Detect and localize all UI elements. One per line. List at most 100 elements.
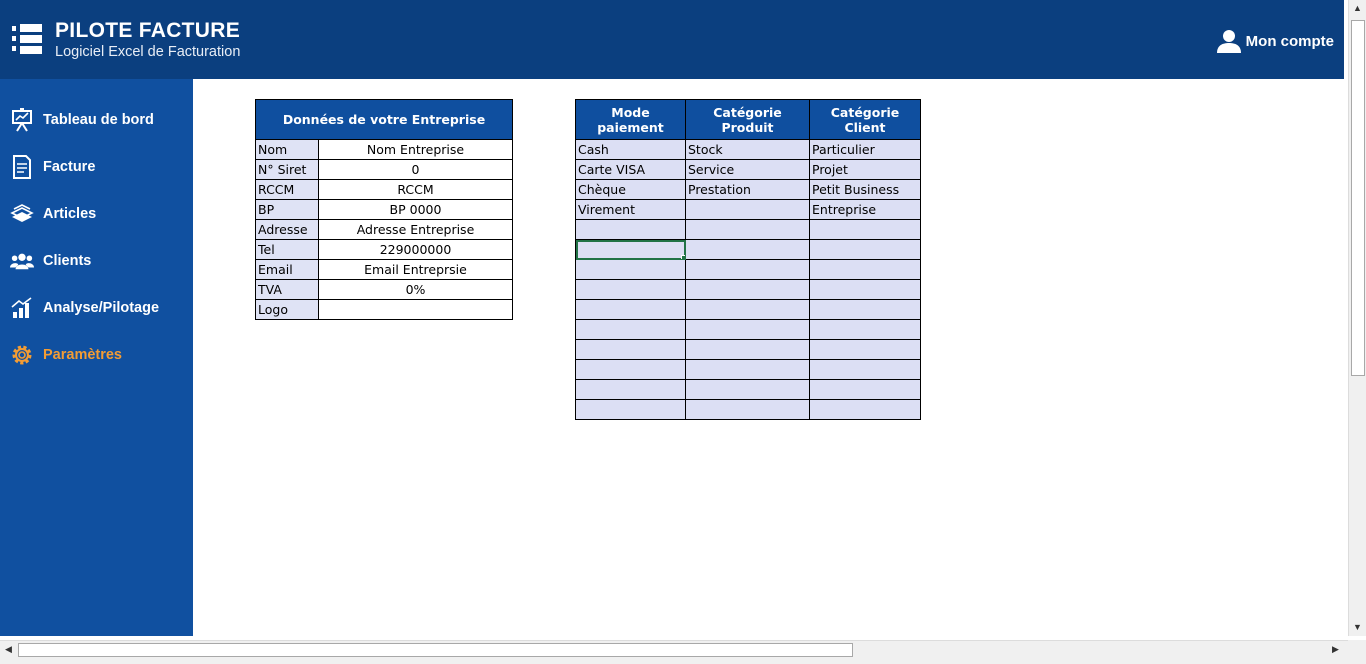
field-value[interactable]: 0% <box>318 279 513 300</box>
table-cell[interactable] <box>685 379 810 400</box>
table-cell[interactable] <box>809 379 921 400</box>
field-label[interactable]: BP <box>255 199 319 220</box>
table-cell[interactable] <box>575 299 686 320</box>
field-value[interactable]: Adresse Entreprise <box>318 219 513 240</box>
table-row <box>575 219 921 240</box>
app-subtitle: Logiciel Excel de Facturation <box>55 44 241 60</box>
field-label[interactable]: N° Siret <box>255 159 319 180</box>
table-cell[interactable] <box>685 319 810 340</box>
field-label[interactable]: Logo <box>255 299 319 320</box>
table-cell[interactable] <box>685 299 810 320</box>
sidebar: Tableau de bord Facture Articles Clients… <box>0 79 193 636</box>
table-row <box>575 379 921 400</box>
table-row: Adresse Adresse Entreprise <box>255 219 513 240</box>
scroll-left-arrow-icon[interactable]: ◀ <box>5 644 12 655</box>
table-cell[interactable] <box>575 399 686 420</box>
table-cell[interactable] <box>685 219 810 240</box>
table-cell[interactable]: Petit Business <box>809 179 921 200</box>
gear-icon <box>10 343 34 367</box>
table-cell[interactable] <box>575 279 686 300</box>
table-cell[interactable] <box>809 359 921 380</box>
sidebar-item-analyse-pilotage[interactable]: Analyse/Pilotage <box>0 288 193 328</box>
table-cell[interactable]: Stock <box>685 139 810 160</box>
table-cell[interactable] <box>575 319 686 340</box>
sidebar-item-clients[interactable]: Clients <box>0 241 193 281</box>
field-value[interactable]: BP 0000 <box>318 199 513 220</box>
table-row: N° Siret 0 <box>255 159 513 180</box>
table-cell[interactable] <box>685 359 810 380</box>
field-label[interactable]: Adresse <box>255 219 319 240</box>
sidebar-item-tableau-de-bord[interactable]: Tableau de bord <box>0 100 193 140</box>
table-row <box>575 259 921 280</box>
menu-list-icon[interactable] <box>10 22 44 56</box>
horizontal-scroll-thumb[interactable] <box>18 643 853 657</box>
horizontal-scrollbar[interactable]: ◀ ▶ <box>0 640 1348 659</box>
field-value[interactable]: Email Entreprsie <box>318 259 513 280</box>
bar-chart-icon <box>10 296 34 320</box>
table-cell[interactable]: Particulier <box>809 139 921 160</box>
table-cell[interactable] <box>809 339 921 360</box>
field-value[interactable]: Nom Entreprise <box>318 139 513 160</box>
table-cell[interactable]: Carte VISA <box>575 159 686 180</box>
field-value[interactable]: 229000000 <box>318 239 513 260</box>
table-cell[interactable]: Service <box>685 159 810 180</box>
table-row: Carte VISA Service Projet <box>575 159 921 180</box>
table-row <box>575 339 921 360</box>
table-cell[interactable] <box>685 239 810 260</box>
sidebar-item-parametres[interactable]: Paramètres <box>0 335 193 375</box>
stack-books-icon <box>10 202 34 226</box>
table-cell[interactable] <box>685 399 810 420</box>
table-cell[interactable]: Entreprise <box>809 199 921 220</box>
table-row: Cash Stock Particulier <box>575 139 921 160</box>
table-row: Logo <box>255 299 513 320</box>
account-button[interactable]: Mon compte <box>1216 28 1334 54</box>
table-cell[interactable]: Projet <box>809 159 921 180</box>
table-cell[interactable] <box>575 379 686 400</box>
table-cell[interactable]: Chèque <box>575 179 686 200</box>
sidebar-item-facture[interactable]: Facture <box>0 147 193 187</box>
table-cell[interactable]: Virement <box>575 199 686 220</box>
sidebar-item-articles[interactable]: Articles <box>0 194 193 234</box>
table-cell[interactable] <box>685 259 810 280</box>
scroll-down-arrow-icon[interactable]: ▼ <box>1353 622 1362 632</box>
table-cell[interactable] <box>809 259 921 280</box>
field-value[interactable]: 0 <box>318 159 513 180</box>
user-icon <box>1216 30 1241 53</box>
table-cell[interactable] <box>685 199 810 220</box>
table-row: Nom Nom Entreprise <box>255 139 513 160</box>
selected-cell[interactable] <box>575 239 686 260</box>
field-label[interactable]: Email <box>255 259 319 280</box>
table-cell[interactable]: Cash <box>575 139 686 160</box>
table-cell[interactable] <box>809 279 921 300</box>
fill-handle[interactable] <box>681 255 685 259</box>
scroll-right-arrow-icon[interactable]: ▶ <box>1332 644 1339 655</box>
vertical-scrollbar[interactable]: ▲ ▼ <box>1348 0 1366 636</box>
field-label[interactable]: Nom <box>255 139 319 160</box>
table-cell[interactable] <box>809 299 921 320</box>
field-value[interactable] <box>318 299 513 320</box>
field-label[interactable]: Tel <box>255 239 319 260</box>
table-cell[interactable] <box>809 319 921 340</box>
table-row: Tel 229000000 <box>255 239 513 260</box>
table-cell[interactable] <box>575 339 686 360</box>
column-header-categorie-client: Catégorie Client <box>809 99 921 140</box>
table-cell[interactable] <box>575 219 686 240</box>
field-label[interactable]: TVA <box>255 279 319 300</box>
scroll-up-arrow-icon[interactable]: ▲ <box>1353 3 1362 13</box>
table-cell[interactable] <box>809 239 921 260</box>
field-value[interactable]: RCCM <box>318 179 513 200</box>
table-cell[interactable] <box>575 359 686 380</box>
table-cell[interactable] <box>685 339 810 360</box>
vertical-scroll-thumb[interactable] <box>1351 20 1365 376</box>
field-label[interactable]: RCCM <box>255 179 319 200</box>
presentation-board-icon <box>10 108 34 132</box>
table-cell[interactable] <box>685 279 810 300</box>
account-label: Mon compte <box>1245 32 1334 50</box>
sidebar-item-label: Analyse/Pilotage <box>43 300 160 316</box>
table-row <box>575 279 921 300</box>
table-cell[interactable]: Prestation <box>685 179 810 200</box>
table-cell[interactable] <box>809 219 921 240</box>
table-cell[interactable] <box>809 399 921 420</box>
table-row: RCCM RCCM <box>255 179 513 200</box>
table-cell[interactable] <box>575 259 686 280</box>
